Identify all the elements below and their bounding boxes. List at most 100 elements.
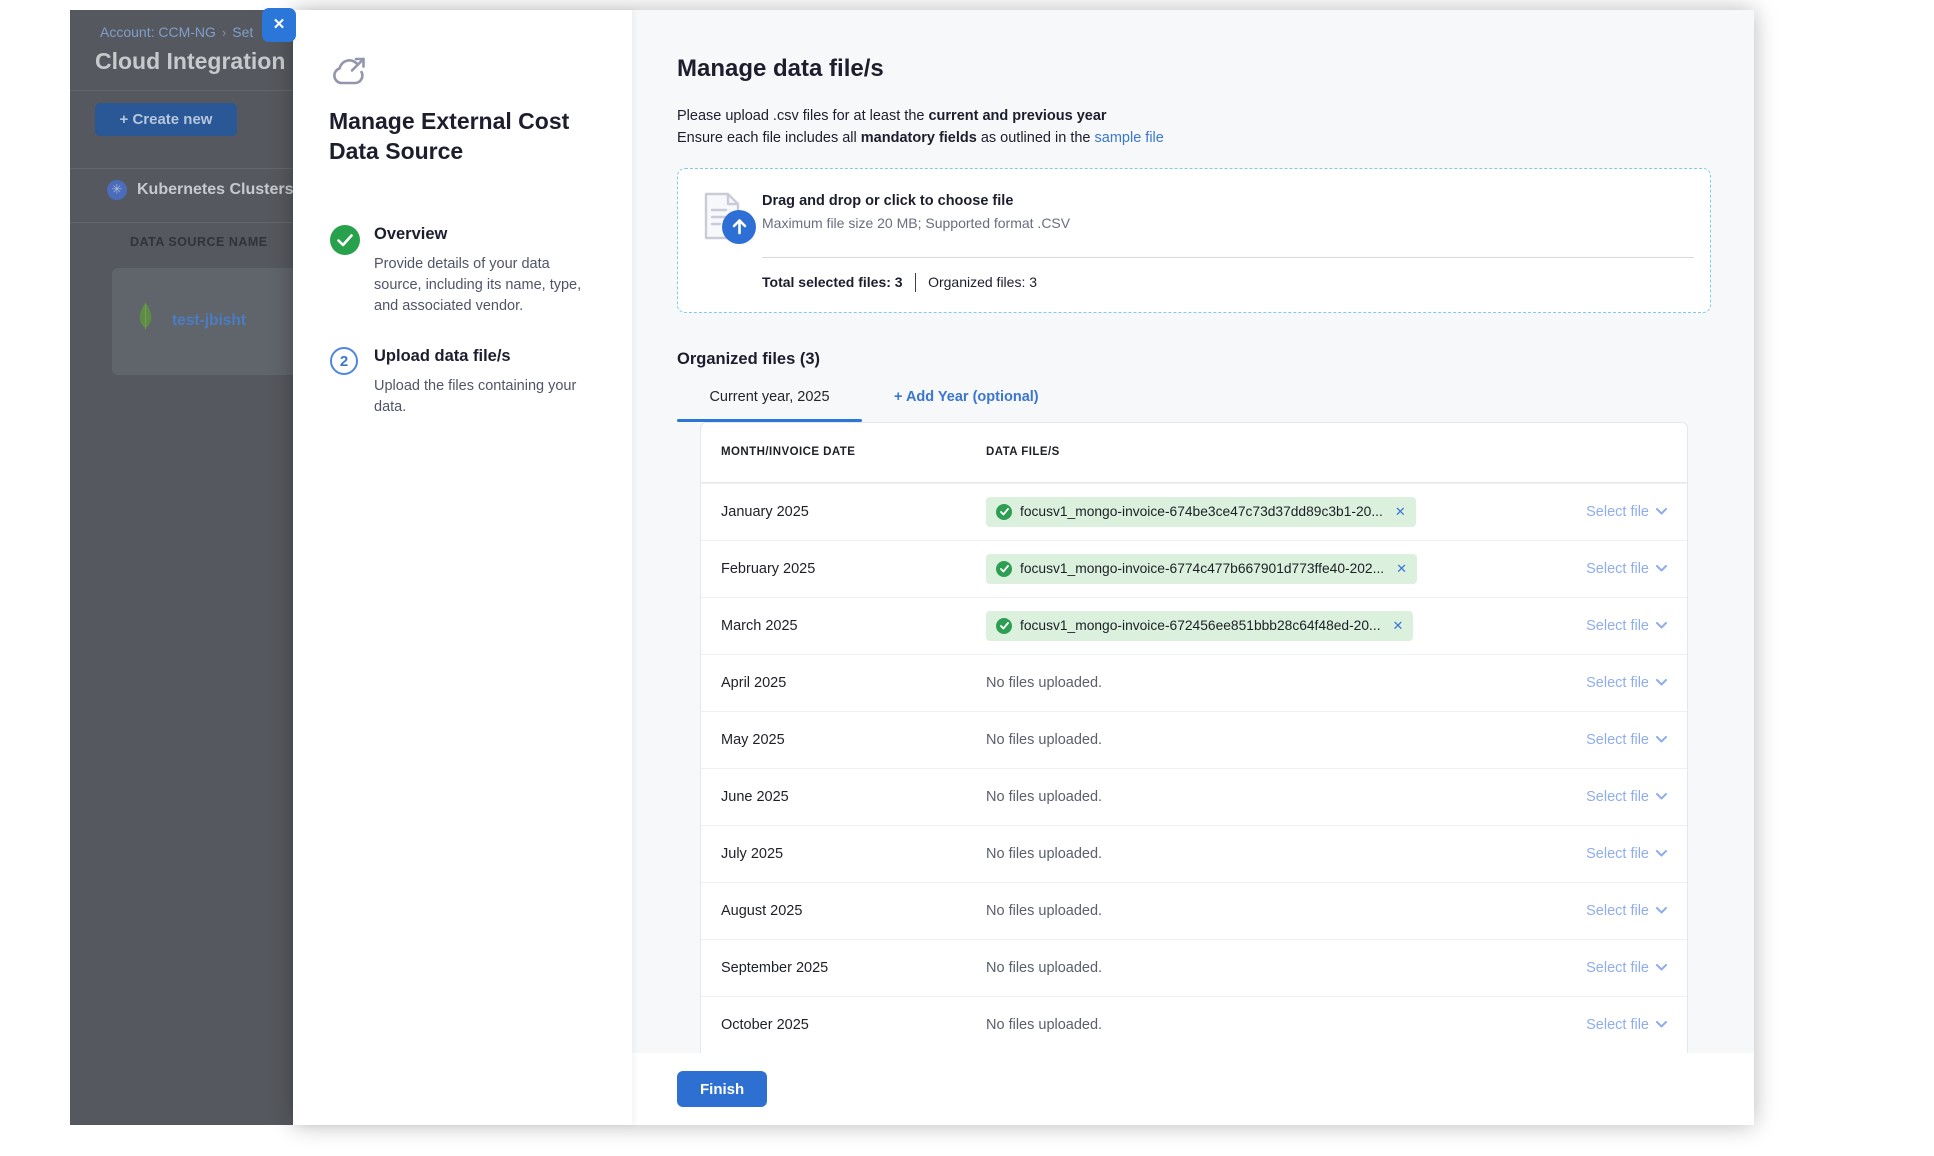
select-file-dropdown[interactable]: Select file bbox=[1586, 618, 1667, 634]
select-file-dropdown[interactable]: Select file bbox=[1586, 960, 1667, 976]
select-file-dropdown[interactable]: Select file bbox=[1586, 732, 1667, 748]
file-counts: Total selected files: 3 Organized files:… bbox=[762, 273, 1037, 292]
empty-text: No files uploaded. bbox=[986, 1017, 1102, 1033]
upload-step-content: Manage data file/s Please upload .csv fi… bbox=[632, 10, 1754, 1053]
sample-file-link[interactable]: sample file bbox=[1095, 130, 1164, 146]
column-header-data-files: DATA FILE/S bbox=[986, 446, 1687, 458]
remove-file-icon[interactable]: ✕ bbox=[1393, 618, 1404, 634]
select-file-dropdown[interactable]: Select file bbox=[1586, 903, 1667, 919]
panel-title: Manage data file/s bbox=[677, 55, 1711, 83]
remove-file-icon[interactable]: ✕ bbox=[1396, 561, 1407, 577]
year-tab-panel: MONTH/INVOICE DATE DATA FILE/S January 2… bbox=[677, 422, 1711, 1053]
table-row-may: May 2025 No files uploaded. Select file bbox=[701, 711, 1687, 768]
app-window: Account: CCM-NG › Set Cloud Integration + … bbox=[70, 10, 1754, 1125]
select-file-dropdown[interactable]: Select file bbox=[1586, 675, 1667, 691]
table-row-march: March 2025 focusv1_mongo-invoice-672456e… bbox=[701, 597, 1687, 654]
divider bbox=[70, 222, 293, 223]
file-upload-icon bbox=[702, 192, 760, 246]
kubernetes-icon bbox=[107, 180, 127, 200]
chevron-down-icon bbox=[1656, 850, 1667, 857]
total-selected-files: Total selected files: 3 bbox=[762, 274, 903, 290]
dropzone-title: Drag and drop or click to choose file bbox=[762, 193, 1013, 209]
empty-text: No files uploaded. bbox=[986, 675, 1102, 691]
table-row-september: September 2025 No files uploaded. Select… bbox=[701, 939, 1687, 996]
drawer-footer: Finish bbox=[632, 1053, 1754, 1125]
select-file-dropdown[interactable]: Select file bbox=[1586, 846, 1667, 862]
mongodb-leaf-icon bbox=[138, 301, 153, 331]
step-number-badge: 2 bbox=[330, 347, 358, 375]
manage-data-source-drawer: ✕ Manage External Cost Data Source Ove bbox=[293, 10, 1754, 1125]
breadcrumb-trail-link[interactable]: Set bbox=[232, 24, 253, 40]
empty-text: No files uploaded. bbox=[986, 846, 1102, 862]
check-circle-icon bbox=[996, 561, 1012, 577]
wizard-title: Manage External Cost Data Source bbox=[329, 106, 584, 167]
step-label: Overview bbox=[374, 225, 592, 244]
table-row-june: June 2025 No files uploaded. Select file bbox=[701, 768, 1687, 825]
table-header-row: MONTH/INVOICE DATE DATA FILE/S bbox=[701, 423, 1687, 483]
upload-arrow-icon bbox=[722, 210, 756, 244]
table-row-august: August 2025 No files uploaded. Select fi… bbox=[701, 882, 1687, 939]
upload-instructions: Please upload .csv files for at least th… bbox=[677, 105, 1711, 150]
dropzone-subtitle: Maximum file size 20 MB; Supported forma… bbox=[762, 215, 1070, 231]
chevron-down-icon bbox=[1656, 907, 1667, 914]
divider bbox=[915, 273, 917, 292]
uploaded-file-chip: focusv1_mongo-invoice-6774c477b667901d77… bbox=[986, 554, 1417, 584]
finish-button[interactable]: Finish bbox=[677, 1071, 767, 1107]
step-description: Upload the files containing your data. bbox=[374, 376, 592, 418]
data-source-row[interactable]: test-jbisht bbox=[112, 268, 293, 375]
cloud-export-icon bbox=[330, 55, 372, 91]
upload-step-panel: Manage data file/s Please upload .csv fi… bbox=[632, 10, 1754, 1125]
select-file-dropdown[interactable]: Select file bbox=[1586, 789, 1667, 805]
tab-kubernetes-clusters[interactable]: Kubernetes Clusters bbox=[107, 180, 293, 200]
check-circle-icon bbox=[996, 618, 1012, 634]
uploaded-file-chip: focusv1_mongo-invoice-672456ee851bbb28c6… bbox=[986, 611, 1413, 641]
chevron-down-icon bbox=[1656, 793, 1667, 800]
breadcrumb-account-link[interactable]: Account: CCM-NG bbox=[100, 24, 216, 40]
step-upload-data-files[interactable]: 2 Upload data file/s Upload the files co… bbox=[330, 347, 592, 418]
chevron-down-icon bbox=[1656, 736, 1667, 743]
step-complete-icon bbox=[330, 225, 360, 255]
column-header-month: MONTH/INVOICE DATE bbox=[701, 446, 986, 458]
table-row-october: October 2025 No files uploaded. Select f… bbox=[701, 996, 1687, 1053]
table-row-january: January 2025 focusv1_mongo-invoice-674be… bbox=[701, 483, 1687, 540]
empty-text: No files uploaded. bbox=[986, 903, 1102, 919]
empty-text: No files uploaded. bbox=[986, 789, 1102, 805]
add-year-button[interactable]: + Add Year (optional) bbox=[888, 389, 1045, 422]
chevron-down-icon bbox=[1656, 1021, 1667, 1028]
background-page: Account: CCM-NG › Set Cloud Integration + … bbox=[70, 10, 293, 1125]
table-row-february: February 2025 focusv1_mongo-invoice-6774… bbox=[701, 540, 1687, 597]
breadcrumb: Account: CCM-NG › Set bbox=[100, 24, 253, 40]
empty-text: No files uploaded. bbox=[986, 960, 1102, 976]
column-header-data-source-name: DATA SOURCE NAME bbox=[130, 235, 268, 249]
chevron-down-icon bbox=[1656, 508, 1667, 515]
empty-text: No files uploaded. bbox=[986, 732, 1102, 748]
step-description: Provide details of your data source, inc… bbox=[374, 254, 592, 317]
breadcrumb-chevron-icon: › bbox=[222, 25, 226, 40]
table-row-july: July 2025 No files uploaded. Select file bbox=[701, 825, 1687, 882]
create-new-button[interactable]: + Create new bbox=[95, 103, 237, 136]
months-table: MONTH/INVOICE DATE DATA FILE/S January 2… bbox=[700, 422, 1688, 1053]
divider bbox=[762, 257, 1694, 258]
chevron-down-icon bbox=[1656, 622, 1667, 629]
step-overview[interactable]: Overview Provide details of your data so… bbox=[330, 225, 592, 317]
close-icon[interactable]: ✕ bbox=[262, 8, 296, 42]
select-file-dropdown[interactable]: Select file bbox=[1586, 561, 1667, 577]
divider bbox=[70, 90, 293, 91]
organized-files-count: Organized files: 3 bbox=[928, 274, 1037, 290]
file-dropzone[interactable]: Drag and drop or click to choose file Ma… bbox=[677, 168, 1711, 313]
check-circle-icon bbox=[996, 504, 1012, 520]
remove-file-icon[interactable]: ✕ bbox=[1395, 504, 1406, 520]
tab-current-year[interactable]: Current year, 2025 bbox=[677, 389, 862, 422]
table-row-april: April 2025 No files uploaded. Select fil… bbox=[701, 654, 1687, 711]
divider bbox=[70, 168, 293, 169]
organized-files-heading: Organized files (3) bbox=[677, 350, 1711, 369]
data-source-name-link[interactable]: test-jbisht bbox=[172, 312, 246, 330]
chevron-down-icon bbox=[1656, 964, 1667, 971]
page-title: Cloud Integration bbox=[95, 48, 285, 75]
step-label: Upload data file/s bbox=[374, 347, 592, 366]
year-tabbar: Current year, 2025 + Add Year (optional) bbox=[677, 389, 1711, 422]
select-file-dropdown[interactable]: Select file bbox=[1586, 1017, 1667, 1033]
wizard-panel: Manage External Cost Data Source Overvie… bbox=[293, 10, 632, 1125]
chevron-down-icon bbox=[1656, 679, 1667, 686]
select-file-dropdown[interactable]: Select file bbox=[1586, 504, 1667, 520]
